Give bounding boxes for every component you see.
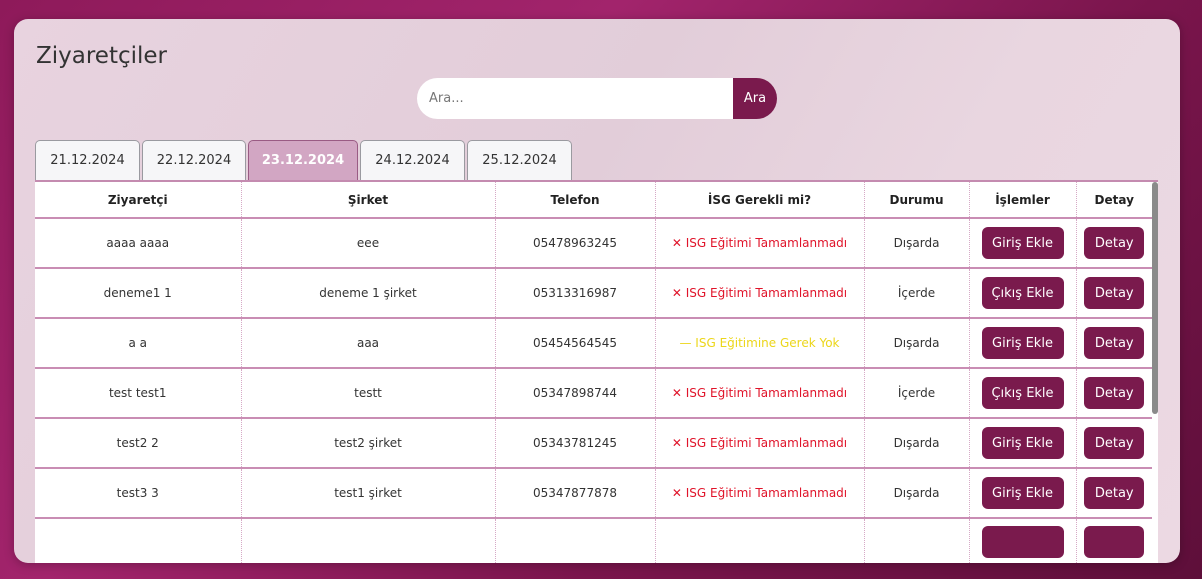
cell-visitor: test test1	[35, 368, 242, 419]
table-header-row: Ziyaretçi Şirket Telefon İSG Gerekli mi?…	[35, 182, 1152, 219]
cell-detail: Detay	[1076, 368, 1152, 419]
header-company: Şirket	[241, 182, 496, 219]
tab-date-3-active[interactable]: 23.12.2024	[248, 140, 358, 180]
cell-isg: ✕ ISG Eğitimi Tamamlanmadı	[655, 218, 865, 269]
header-isg: İSG Gerekli mi?	[655, 182, 865, 219]
tab-date-5[interactable]: 25.12.2024	[467, 140, 572, 180]
cell-action: Giriş Ekle	[969, 318, 1077, 369]
cell-company: test1 şirket	[241, 468, 496, 519]
cell-action: Giriş Ekle	[969, 218, 1077, 269]
detail-button[interactable]: Detay	[1084, 477, 1145, 509]
detail-button[interactable]: Detay	[1084, 327, 1145, 359]
detail-button[interactable]: Detay	[1084, 427, 1145, 459]
search-button[interactable]: Ara	[733, 78, 777, 119]
cell-visitor: test2 2	[35, 418, 242, 469]
header-detail: Detay	[1076, 182, 1152, 219]
entry-add-button[interactable]: Giriş Ekle	[981, 327, 1064, 359]
cell-isg: — ISG Eğitimine Gerek Yok	[655, 318, 865, 369]
isg-status-text: ✕ ISG Eğitimi Tamamlanmadı	[671, 386, 848, 400]
cell-company: aaa	[241, 318, 496, 369]
header-phone: Telefon	[495, 182, 656, 219]
cell-isg: ✕ ISG Eğitimi Tamamlanmadı	[655, 368, 865, 419]
table-scrollbar[interactable]	[1152, 182, 1158, 414]
search-bar: Ara	[417, 78, 777, 119]
cell-status: Dışarda	[864, 418, 970, 469]
cell-phone: 05347877878	[495, 468, 656, 519]
table-row: test2 2 test2 şirket 05343781245 ✕ ISG E…	[35, 418, 1152, 469]
cell-company: test2 şirket	[241, 418, 496, 469]
visitors-panel: Ziyaretçiler Ara 21.12.2024 22.12.2024 2…	[14, 19, 1180, 563]
cell-phone: 05454564545	[495, 318, 656, 369]
cell-visitor: a a	[35, 318, 242, 369]
isg-status-text: — ISG Eğitimine Gerek Yok	[679, 336, 840, 350]
cell-action: Giriş Ekle	[969, 418, 1077, 469]
detail-button[interactable]: Detay	[1084, 377, 1145, 409]
cell-action: Çıkış Ekle	[969, 368, 1077, 419]
detail-button[interactable]: Detay	[1084, 227, 1145, 259]
page-title: Ziyaretçiler	[36, 43, 168, 69]
cell-action: Çıkış Ekle	[969, 268, 1077, 319]
search-input[interactable]	[417, 78, 733, 119]
tab-date-1[interactable]: 21.12.2024	[35, 140, 140, 180]
table-row-partial	[35, 518, 1152, 563]
isg-status-text: ✕ ISG Eğitimi Tamamlanmadı	[671, 436, 848, 450]
cell-detail: Detay	[1076, 218, 1152, 269]
cell-detail: Detay	[1076, 318, 1152, 369]
isg-status-text: ✕ ISG Eğitimi Tamamlanmadı	[671, 236, 848, 250]
table-row: a a aaa 05454564545 — ISG Eğitimine Gere…	[35, 318, 1152, 369]
cell-company: eee	[241, 218, 496, 269]
entry-add-button[interactable]: Giriş Ekle	[981, 477, 1064, 509]
tab-date-2[interactable]: 22.12.2024	[142, 140, 246, 180]
cell-company: testt	[241, 368, 496, 419]
cell-action: Giriş Ekle	[969, 468, 1077, 519]
entry-add-button[interactable]: Giriş Ekle	[981, 227, 1064, 259]
entry-add-button[interactable]: Giriş Ekle	[981, 427, 1064, 459]
cell-phone: 05478963245	[495, 218, 656, 269]
cell-isg: ✕ ISG Eğitimi Tamamlanmadı	[655, 418, 865, 469]
header-status: Durumu	[864, 182, 970, 219]
cell-status: İçerde	[864, 268, 970, 319]
cell-detail: Detay	[1076, 468, 1152, 519]
isg-status-text: ✕ ISG Eğitimi Tamamlanmadı	[671, 286, 848, 300]
table-row: aaaa aaaa eee 05478963245 ✕ ISG Eğitimi …	[35, 218, 1152, 269]
cell-status: Dışarda	[864, 318, 970, 369]
cell-status: Dışarda	[864, 218, 970, 269]
partial-action-button[interactable]	[981, 526, 1064, 558]
cell-phone: 05343781245	[495, 418, 656, 469]
partial-detail-button[interactable]	[1084, 526, 1145, 558]
cell-detail: Detay	[1076, 418, 1152, 469]
cell-isg: ✕ ISG Eğitimi Tamamlanmadı	[655, 468, 865, 519]
cell-company: deneme 1 şirket	[241, 268, 496, 319]
visitors-table: Ziyaretçi Şirket Telefon İSG Gerekli mi?…	[35, 182, 1152, 563]
header-visitor: Ziyaretçi	[35, 182, 242, 219]
cell-detail: Detay	[1076, 268, 1152, 319]
table-row: test3 3 test1 şirket 05347877878 ✕ ISG E…	[35, 468, 1152, 519]
cell-phone: 05313316987	[495, 268, 656, 319]
visitors-table-container: Ziyaretçi Şirket Telefon İSG Gerekli mi?…	[35, 180, 1158, 563]
cell-phone: 05347898744	[495, 368, 656, 419]
header-actions: İşlemler	[969, 182, 1077, 219]
date-tabs: 21.12.2024 22.12.2024 23.12.2024 24.12.2…	[35, 140, 572, 180]
cell-visitor: aaaa aaaa	[35, 218, 242, 269]
cell-status: İçerde	[864, 368, 970, 419]
tab-date-4[interactable]: 24.12.2024	[360, 140, 465, 180]
table-row: deneme1 1 deneme 1 şirket 05313316987 ✕ …	[35, 268, 1152, 319]
exit-add-button[interactable]: Çıkış Ekle	[981, 377, 1064, 409]
table-row: test test1 testt 05347898744 ✕ ISG Eğiti…	[35, 368, 1152, 419]
cell-visitor: test3 3	[35, 468, 242, 519]
isg-status-text: ✕ ISG Eğitimi Tamamlanmadı	[671, 486, 848, 500]
cell-visitor: deneme1 1	[35, 268, 242, 319]
cell-isg: ✕ ISG Eğitimi Tamamlanmadı	[655, 268, 865, 319]
cell-status: Dışarda	[864, 468, 970, 519]
detail-button[interactable]: Detay	[1084, 277, 1145, 309]
exit-add-button[interactable]: Çıkış Ekle	[981, 277, 1064, 309]
